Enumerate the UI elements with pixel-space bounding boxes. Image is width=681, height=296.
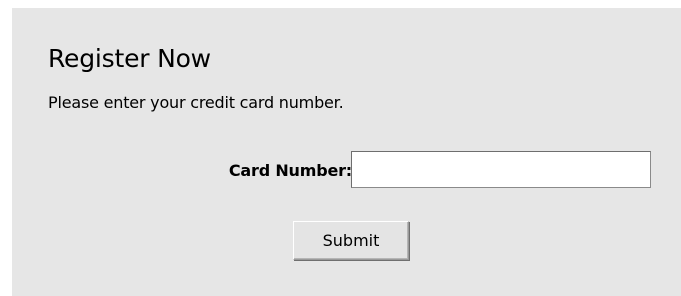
card-number-input[interactable] <box>351 151 651 188</box>
page-title: Register Now <box>48 44 211 73</box>
card-number-label: Card Number: <box>228 161 352 180</box>
instructions-text: Please enter your credit card number. <box>48 93 344 112</box>
submit-button[interactable]: Submit <box>293 221 409 260</box>
registration-panel: Register Now Please enter your credit ca… <box>12 8 681 296</box>
